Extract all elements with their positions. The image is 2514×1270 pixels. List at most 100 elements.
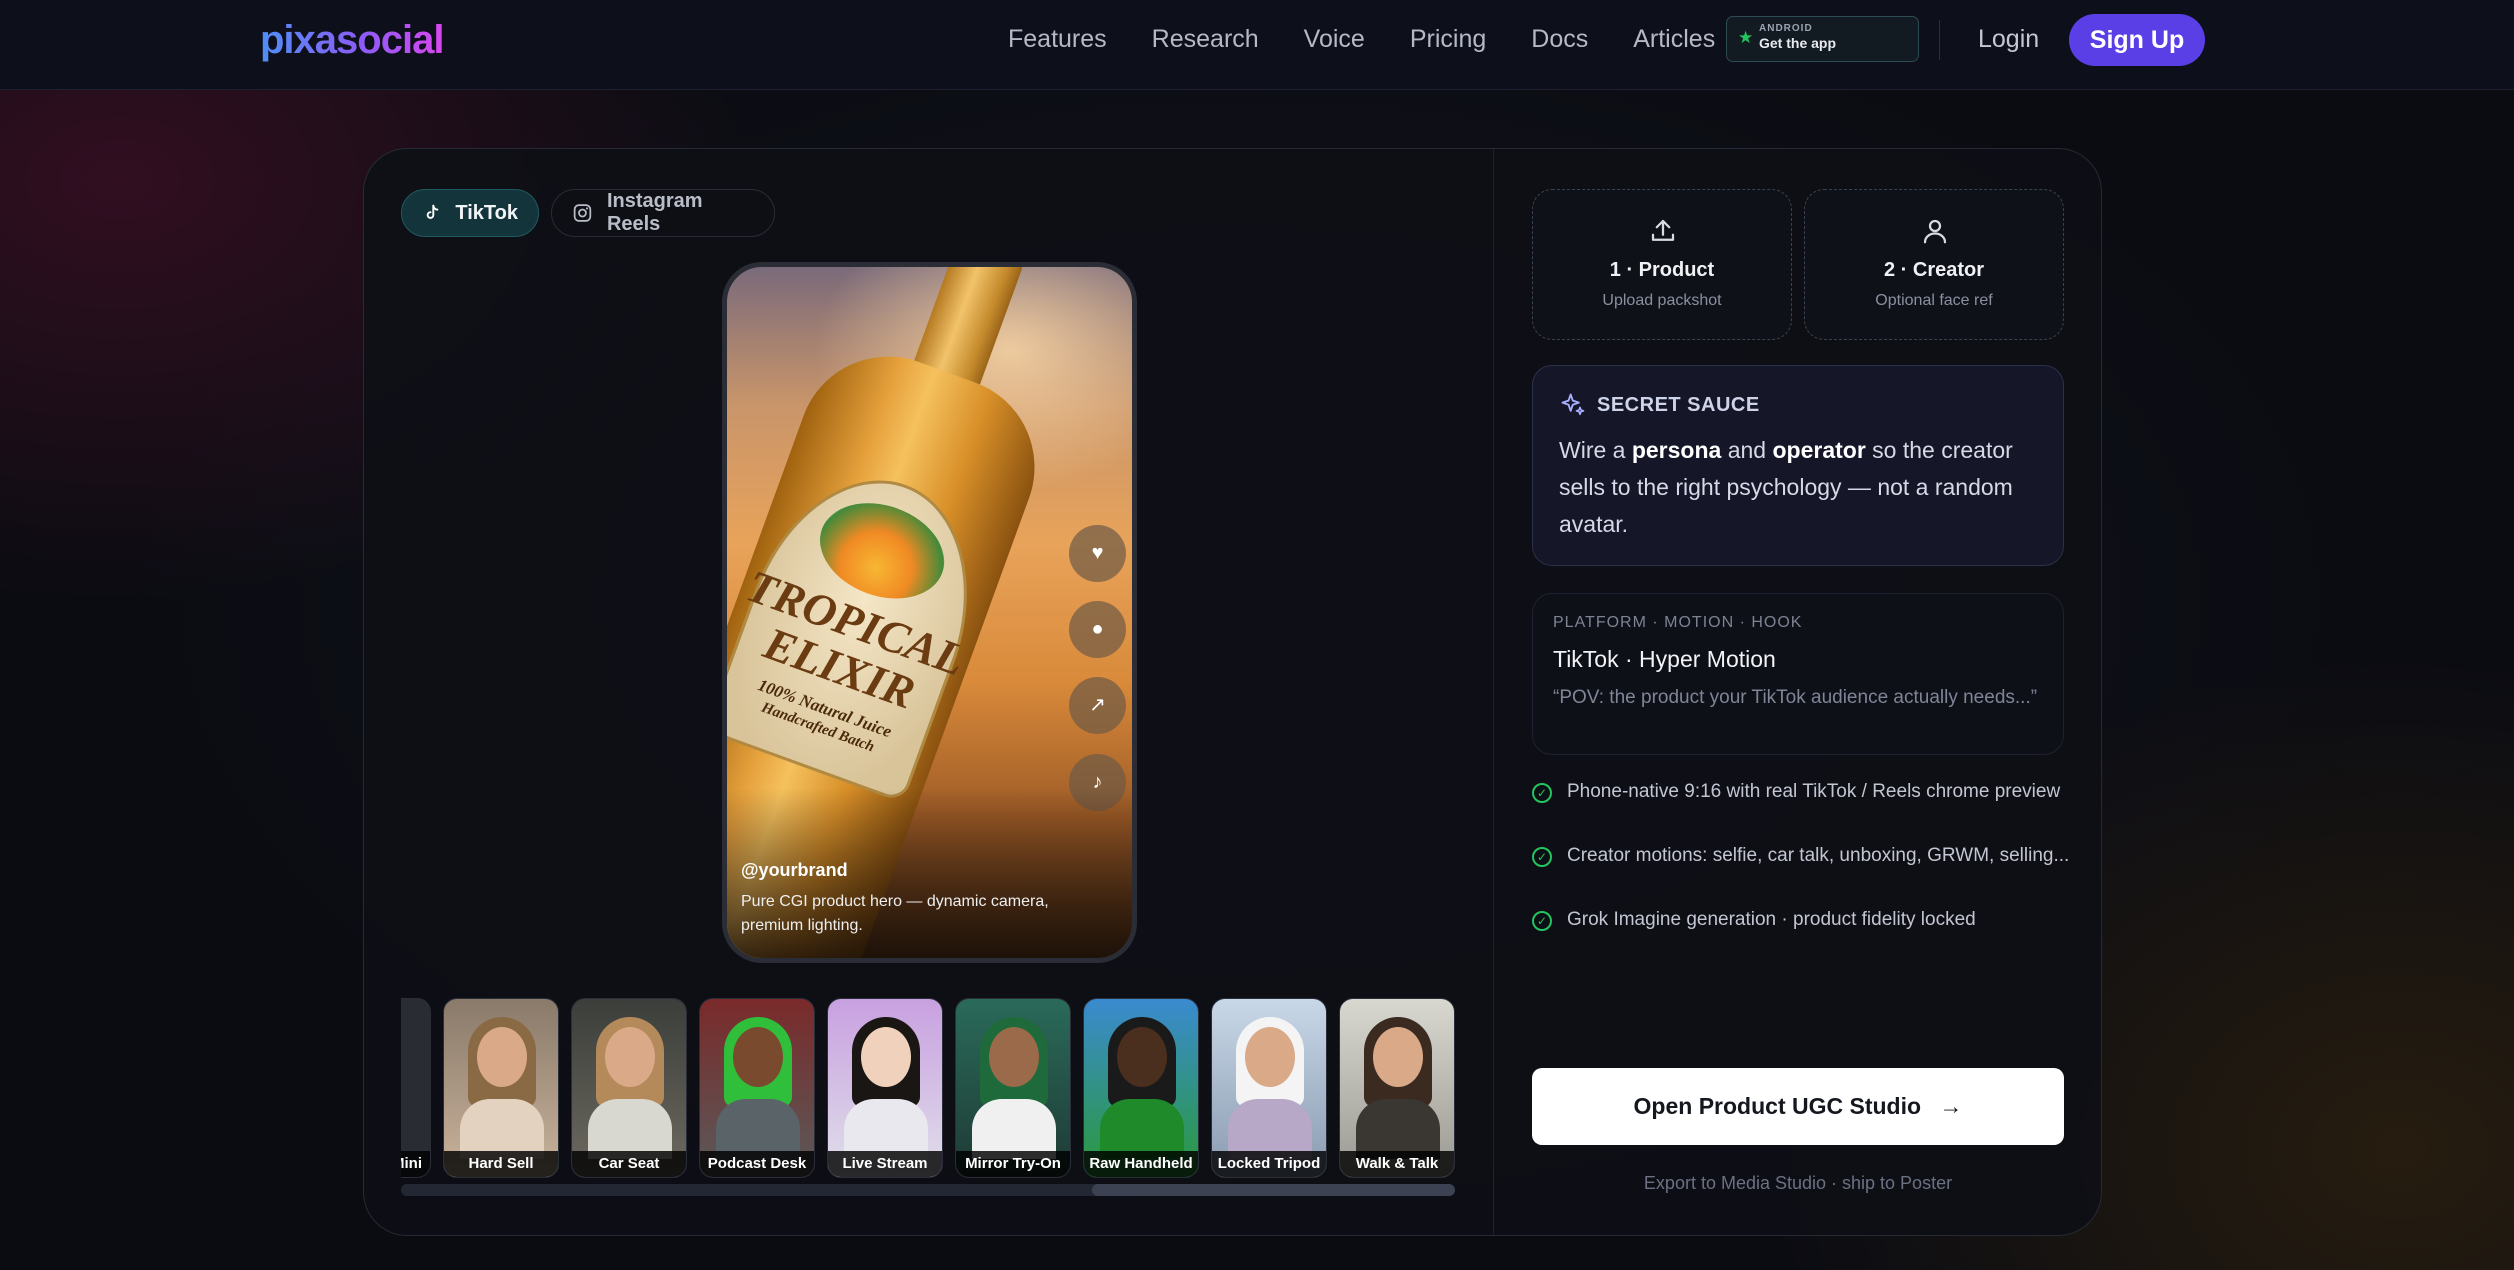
upload-icon (1651, 219, 1675, 241)
thumb-face (1117, 1027, 1167, 1087)
check-icon: ✓ (1532, 911, 1552, 931)
thumbnail-label: Mirror Try-On (956, 1151, 1070, 1177)
thumb-torso (1100, 1099, 1184, 1159)
thumb-torso (1228, 1099, 1312, 1159)
thumb-torso (844, 1099, 928, 1159)
sparkles-icon (1561, 393, 1585, 416)
tiktok-icon (426, 204, 439, 219)
thumbnail-label: Car Seat (572, 1151, 686, 1177)
card-divider (1493, 149, 1494, 1235)
thumb-face (989, 1027, 1039, 1087)
android-label: ANDROID (1759, 23, 1813, 34)
scrollbar-thumb[interactable] (1092, 1184, 1455, 1196)
product-upload-zone[interactable]: 1 · Product Upload packshot (1532, 189, 1792, 340)
thumbnail-podcast-desk[interactable]: Podcast Desk (699, 998, 815, 1178)
login-link[interactable]: Login (1978, 22, 2039, 56)
thumb-face (605, 1027, 655, 1087)
thumbnail-live-stream[interactable]: Live Stream (827, 998, 943, 1178)
sauce-operator: operator (1772, 437, 1866, 463)
nav-link-features[interactable]: Features (1008, 22, 1107, 56)
android-icon: ★ (1738, 28, 1754, 47)
thumb-torso (716, 1099, 800, 1159)
thumbnail-raw-handheld[interactable]: Raw Handheld (1083, 998, 1199, 1178)
feature-text: Creator motions: selfie, car talk, unbox… (1567, 845, 2070, 866)
logo[interactable]: pixasocial (260, 18, 444, 63)
thumbnail-label: Locked Tripod (1212, 1151, 1326, 1177)
thumbnail-locked-tripod[interactable]: Locked Tripod (1211, 998, 1327, 1178)
comment-icon[interactable]: ● (1069, 601, 1126, 658)
sauce-persona: persona (1631, 437, 1722, 463)
check-icon: ✓ (1532, 783, 1552, 803)
tab-tiktok-label: TikTok (455, 201, 518, 224)
secret-sauce-title: SECRET SAUCE (1597, 394, 1760, 416)
hook-title: TikTok · Hyper Motion (1553, 646, 1776, 672)
android-app-button[interactable]: ★ ANDROID Get the app (1726, 16, 1919, 62)
brand-handle: @yourbrand (741, 860, 848, 880)
thumb-torso (972, 1099, 1056, 1159)
user-icon (1923, 219, 1947, 244)
signup-button[interactable]: Sign Up (2069, 14, 2205, 66)
thumbnail-hard-sell[interactable]: Hard Sell (443, 998, 559, 1178)
tab-tiktok[interactable]: TikTok (401, 189, 539, 237)
thumb-face (1373, 1027, 1423, 1087)
open-studio-label: Open Product UGC Studio (1633, 1093, 1922, 1119)
feature-item: ✓ Creator motions: selfie, car talk, unb… (1532, 843, 2072, 869)
nav-link-pricing[interactable]: Pricing (1410, 22, 1486, 56)
thumbnail-walk-and-talk[interactable]: Walk & Talk (1339, 998, 1455, 1178)
feature-item: ✓ Grok Imagine generation · product fide… (1532, 907, 2072, 933)
thumbnail-car-seat[interactable]: Car Seat (571, 998, 687, 1178)
get-app-label: Get the app (1759, 35, 1837, 51)
feature-text: Grok Imagine generation · product fideli… (1567, 909, 1976, 930)
sauce-text: and (1721, 437, 1773, 463)
nav-link-voice[interactable]: Voice (1304, 22, 1365, 56)
ugc-studio-card: TikTok Instagram Reels TROPICAL ELIXIR 1… (363, 148, 2102, 1236)
secret-sauce-panel: SECRET SAUCE Wire a persona and operator… (1532, 365, 2064, 566)
thumb-face (477, 1027, 527, 1087)
creator-upload-subtitle: Optional face ref (1875, 292, 1993, 309)
creator-upload-zone[interactable]: 2 · Creator Optional face ref (1804, 189, 2064, 340)
hook-quote: “POV: the product your TikTok audience a… (1553, 687, 2038, 708)
secret-sauce-body: Wire a persona and operator so the creat… (1559, 432, 2049, 543)
arrow-right-icon: → (1939, 1093, 1963, 1119)
thumbnail-label: Raw Handheld (1084, 1151, 1198, 1177)
nav-link-research[interactable]: Research (1152, 22, 1259, 56)
post-caption: Pure CGI product hero — dynamic camera, … (741, 893, 1049, 934)
thumbnail-mirror-try-on[interactable]: Mirror Try-On (955, 998, 1071, 1178)
nav-links: Features Research Voice Pricing Docs Art… (1008, 22, 1760, 56)
thumbnail-label: Walk & Talk (1340, 1151, 1454, 1177)
open-studio-button[interactable]: Open Product UGC Studio → (1532, 1068, 2064, 1145)
thumb-face (1245, 1027, 1295, 1087)
sauce-text: Wire a (1559, 437, 1632, 463)
motion-thumbnail-strip[interactable]: Mini Hard Sell Car Seat Podcast Desk Liv… (401, 998, 1455, 1178)
nav-divider (1939, 20, 1940, 60)
platform-hook-card: PLATFORM · MOTION · HOOK TikTok · Hyper … (1532, 593, 2064, 755)
thumbnail-label: Live Stream (828, 1151, 942, 1177)
feature-text: Phone-native 9:16 with real TikTok / Ree… (1567, 781, 2061, 802)
product-upload-subtitle: Upload packshot (1602, 292, 1722, 309)
thumbnail-mini[interactable]: Mini (401, 998, 431, 1178)
product-upload-title: 1 · Product (1609, 259, 1715, 281)
tab-instagram-reels[interactable]: Instagram Reels (551, 189, 775, 237)
top-navbar: pixasocial Features Research Voice Prici… (0, 0, 2514, 90)
thumbnail-label: Hard Sell (444, 1151, 558, 1177)
thumb-face (733, 1027, 783, 1087)
thumb-torso (588, 1099, 672, 1159)
share-icon[interactable]: ↗ (1069, 677, 1126, 734)
nav-link-docs[interactable]: Docs (1531, 22, 1588, 56)
thumbnail-scrollbar[interactable] (401, 1184, 1455, 1196)
hook-kicker: PLATFORM · MOTION · HOOK (1553, 614, 1803, 631)
nav-link-articles[interactable]: Articles (1633, 22, 1715, 56)
export-note: Export to Media Studio · ship to Poster (1643, 1173, 1953, 1193)
thumbnail-label: Podcast Desk (700, 1151, 814, 1177)
tab-instagram-label: Instagram Reels (606, 190, 703, 235)
check-icon: ✓ (1532, 847, 1552, 867)
instagram-icon (573, 204, 592, 222)
thumb-face (861, 1027, 911, 1087)
thumbnail-label: Mini (401, 1151, 430, 1177)
thumb-torso (460, 1099, 544, 1159)
thumb-torso (1356, 1099, 1440, 1159)
creator-upload-title: 2 · Creator (1883, 259, 1985, 281)
feature-item: ✓ Phone-native 9:16 with real TikTok / R… (1532, 779, 2072, 805)
heart-icon[interactable]: ♥ (1069, 525, 1126, 582)
phone-preview: TROPICAL ELIXIR 100% Natural Juice Handc… (722, 262, 1137, 963)
